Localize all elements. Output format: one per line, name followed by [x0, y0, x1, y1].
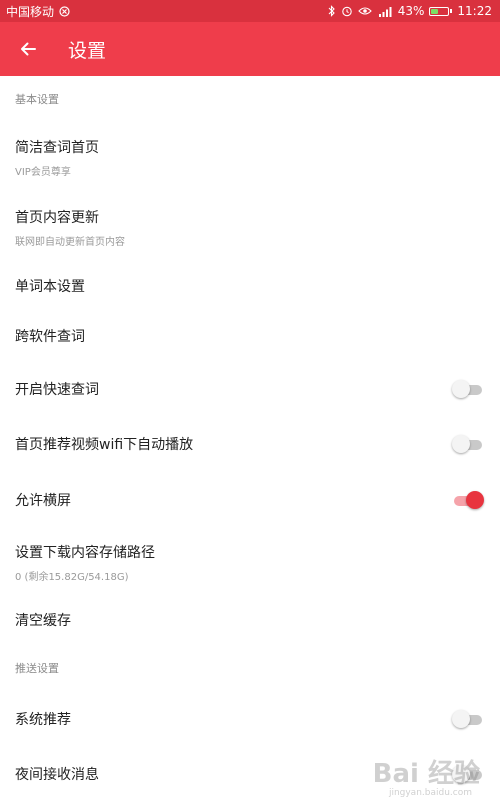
autoplay-video-toggle[interactable] — [452, 435, 482, 453]
back-button[interactable] — [16, 37, 40, 61]
bluetooth-icon — [328, 5, 336, 17]
setting-label: 首页推荐视频wifi下自动播放 — [15, 434, 193, 454]
app-bar: 设置 — [0, 22, 500, 76]
quick-lookup-toggle[interactable] — [452, 380, 482, 398]
battery-icon — [429, 7, 452, 16]
setting-subtitle: VIP会员尊享 — [15, 163, 99, 178]
eye-icon — [358, 6, 372, 16]
setting-cross-app[interactable]: 跨软件查词 — [0, 310, 500, 362]
setting-subtitle: 联网即自动更新首页内容 — [15, 233, 125, 248]
section-header-push: 推送设置 — [0, 644, 500, 692]
setting-autoplay-video[interactable]: 首页推荐视频wifi下自动播放 — [0, 416, 500, 472]
setting-download-path[interactable]: 设置下载内容存储路径 0 (剩余15.82G/54.18G) — [0, 528, 500, 596]
setting-wordbook[interactable]: 单词本设置 — [0, 262, 500, 310]
setting-landscape[interactable]: 允许横屏 — [0, 472, 500, 528]
page-title: 设置 — [68, 36, 106, 63]
arrow-left-icon — [18, 39, 38, 59]
no-sim-icon — [59, 6, 70, 17]
signal-icon — [377, 6, 393, 17]
setting-simple-home[interactable]: 简洁查词首页 VIP会员尊享 — [0, 122, 500, 192]
setting-quick-lookup[interactable]: 开启快速查词 — [0, 362, 500, 416]
setting-label: 夜间接收消息 — [15, 764, 99, 784]
setting-label: 单词本设置 — [15, 276, 85, 296]
setting-label: 开启快速查词 — [15, 379, 99, 399]
status-bar: 中国移动 43% 11:22 — [0, 0, 500, 22]
setting-home-update[interactable]: 首页内容更新 联网即自动更新首页内容 — [0, 192, 500, 262]
battery-percent: 43% — [398, 4, 425, 18]
settings-list: 基本设置 简洁查词首页 VIP会员尊享 首页内容更新 联网即自动更新首页内容 单… — [0, 76, 500, 802]
carrier-label: 中国移动 — [6, 3, 54, 20]
setting-label: 跨软件查词 — [15, 326, 85, 346]
setting-label: 简洁查词首页 — [15, 137, 99, 157]
setting-label: 设置下载内容存储路径 — [15, 542, 155, 562]
setting-subtitle: 0 (剩余15.82G/54.18G) — [15, 568, 155, 583]
setting-label: 系统推荐 — [15, 709, 71, 729]
setting-clear-cache[interactable]: 清空缓存 — [0, 596, 500, 644]
landscape-toggle[interactable] — [452, 491, 482, 509]
setting-label: 首页内容更新 — [15, 207, 125, 227]
setting-system-push[interactable]: 系统推荐 — [0, 692, 500, 746]
setting-label: 清空缓存 — [15, 610, 71, 630]
section-header-basic: 基本设置 — [0, 76, 500, 122]
system-push-toggle[interactable] — [452, 710, 482, 728]
alarm-icon — [341, 5, 353, 17]
setting-label: 允许横屏 — [15, 490, 71, 510]
clock: 11:22 — [457, 4, 492, 18]
watermark-url: jingyan.baidu.com — [389, 788, 472, 798]
watermark-logo: Bai 经验 — [373, 753, 480, 790]
